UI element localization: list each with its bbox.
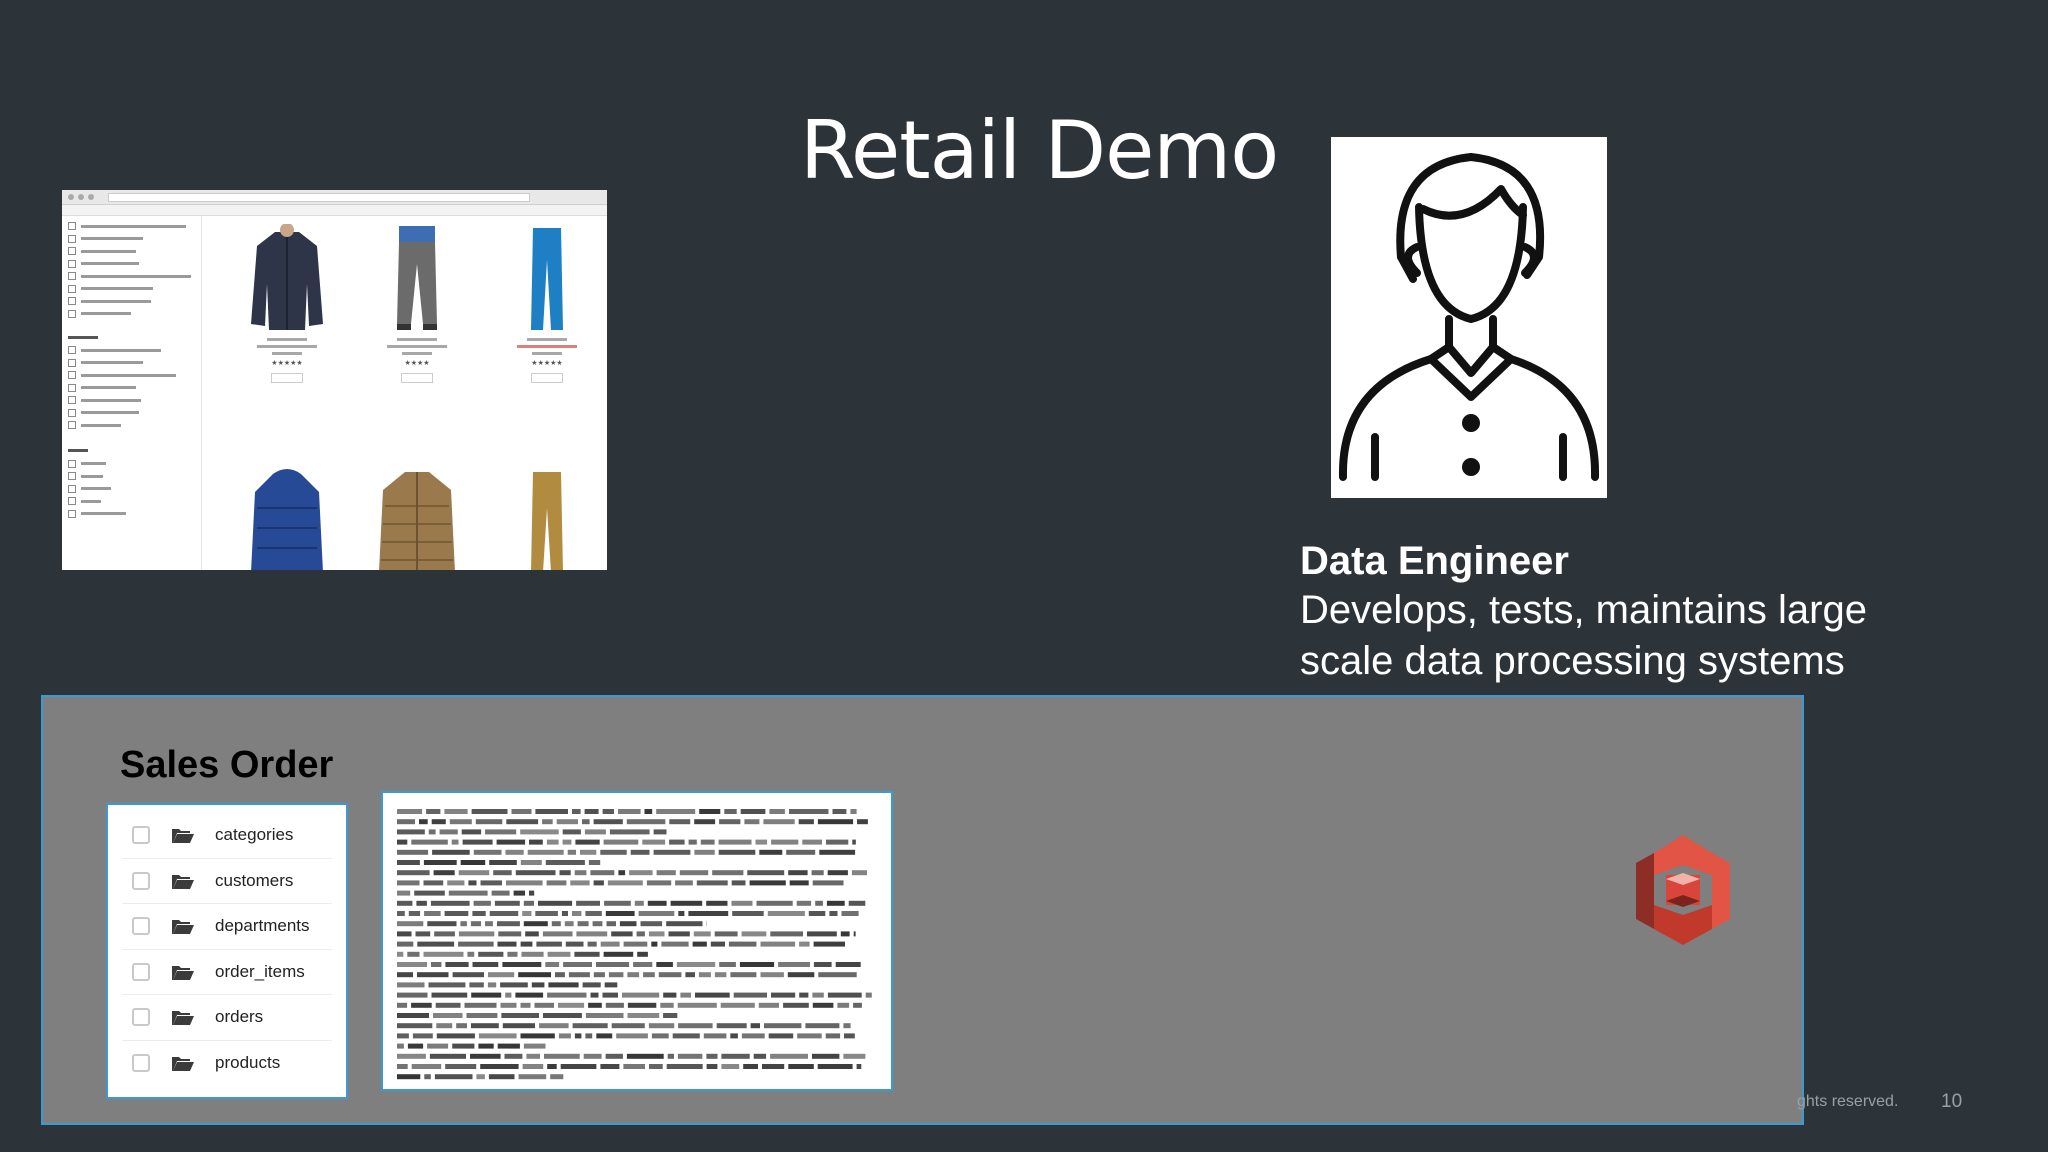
table-list: categories customers departments order_i… [106, 803, 348, 1099]
product-card [362, 468, 472, 570]
table-row-categories[interactable]: categories [122, 813, 332, 859]
table-name: departments [215, 916, 310, 936]
folder-icon [172, 920, 194, 935]
folder-icon [172, 1011, 194, 1026]
puffer-jacket-image [251, 469, 323, 570]
bookmarks-bar [62, 205, 607, 216]
pants-image [397, 226, 437, 330]
row-checkbox[interactable] [132, 826, 150, 845]
persona-description-block: Data Engineer Develops, tests, maintains… [1300, 537, 1940, 687]
filter-sidebar [62, 216, 202, 570]
product-card: ★★★★★ [232, 224, 342, 383]
table-row-customers[interactable]: customers [122, 859, 332, 904]
product-card [232, 468, 342, 570]
row-checkbox[interactable] [132, 917, 150, 936]
table-name: categories [215, 825, 294, 845]
persona-name: Data Engineer [1300, 539, 1569, 583]
product-grid: ★★★★★ ★★★★ ★★★★★ [212, 216, 607, 570]
slide: Retail Demo ★★★★★ ★★★★ ★★★★★ Data Engine… [0, 0, 2048, 1152]
down-jacket-image [379, 472, 455, 570]
product-card [492, 468, 602, 570]
table-name: order_items [215, 961, 305, 981]
product-card: ★★★★ [362, 224, 472, 383]
access-log-image [381, 791, 893, 1091]
page-number: 10 [1941, 1091, 1963, 1112]
product-card: ★★★★★ [492, 224, 602, 383]
table-row-departments[interactable]: departments [122, 904, 332, 950]
log-text-texture [397, 809, 872, 1080]
footer-copyright: ghts reserved. [1797, 1093, 1899, 1110]
row-checkbox[interactable] [132, 1008, 150, 1027]
table-name: products [215, 1052, 281, 1072]
table-name: orders [215, 1007, 264, 1027]
browser-toolbar [62, 190, 607, 205]
row-checkbox[interactable] [132, 962, 150, 981]
folder-icon [172, 829, 194, 844]
persona-description: Develops, tests, maintains large scale d… [1300, 588, 1867, 683]
table-row-orders[interactable]: orders [122, 995, 332, 1041]
slide-title: Retail Demo [800, 104, 1279, 197]
folder-icon [172, 965, 194, 980]
sales-order-title: Sales Order [120, 744, 334, 786]
blue-pants-image [531, 228, 563, 330]
amazon-s3-icon [1636, 835, 1730, 945]
folder-icon [172, 1056, 194, 1071]
row-checkbox[interactable] [132, 871, 150, 890]
person-icon [1331, 137, 1607, 498]
folder-icon [172, 874, 194, 889]
table-row-products[interactable]: products [122, 1041, 332, 1086]
table-row-order-items[interactable]: order_items [122, 950, 332, 995]
row-checkbox[interactable] [132, 1053, 150, 1072]
jacket-image [251, 224, 323, 330]
table-name: customers [215, 870, 294, 890]
tan-pants-image [531, 472, 563, 570]
retail-site-screenshot: ★★★★★ ★★★★ ★★★★★ [62, 190, 607, 570]
